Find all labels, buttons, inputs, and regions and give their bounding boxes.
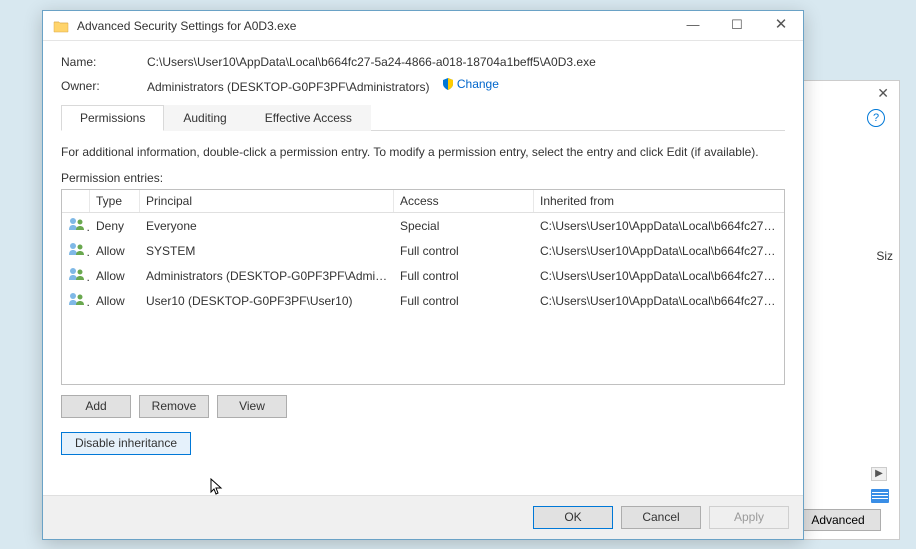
tab-auditing[interactable]: Auditing bbox=[164, 105, 245, 131]
change-link-text: Change bbox=[457, 77, 499, 91]
cell-principal: SYSTEM bbox=[140, 242, 394, 260]
bg-scroll-right-icon[interactable]: ▶ bbox=[871, 467, 887, 481]
users-icon bbox=[68, 267, 86, 281]
cancel-button[interactable]: Cancel bbox=[621, 506, 701, 529]
shield-icon bbox=[441, 77, 455, 91]
cell-type: Allow bbox=[90, 292, 140, 310]
owner-text: Administrators (DESKTOP-G0PF3PF\Administ… bbox=[147, 80, 430, 94]
owner-label: Owner: bbox=[61, 79, 147, 93]
cell-principal: Administrators (DESKTOP-G0PF3PF\Admini..… bbox=[140, 267, 394, 285]
minimize-button[interactable]: — bbox=[671, 12, 715, 40]
titlebar: Advanced Security Settings for A0D3.exe … bbox=[43, 11, 803, 41]
users-icon bbox=[68, 292, 86, 306]
window-title: Advanced Security Settings for A0D3.exe bbox=[77, 19, 671, 33]
cell-principal: User10 (DESKTOP-G0PF3PF\User10) bbox=[140, 292, 394, 310]
cell-principal: Everyone bbox=[140, 217, 394, 235]
change-owner-link[interactable]: Change bbox=[441, 77, 499, 91]
table-row[interactable]: AllowAdministrators (DESKTOP-G0PF3PF\Adm… bbox=[62, 263, 784, 288]
cell-inherited: C:\Users\User10\AppData\Local\b664fc27-5… bbox=[534, 217, 784, 235]
col-inherited[interactable]: Inherited from bbox=[534, 190, 784, 212]
permission-table: Type Principal Access Inherited from Den… bbox=[61, 189, 785, 385]
col-type[interactable]: Type bbox=[90, 190, 140, 212]
cell-inherited: C:\Users\User10\AppData\Local\b664fc27-5… bbox=[534, 292, 784, 310]
bg-close-icon[interactable]: ✕ bbox=[877, 85, 889, 102]
cell-inherited: C:\Users\User10\AppData\Local\b664fc27-5… bbox=[534, 267, 784, 285]
advanced-security-dialog: Advanced Security Settings for A0D3.exe … bbox=[42, 10, 804, 540]
cell-access: Full control bbox=[394, 242, 534, 260]
remove-button[interactable]: Remove bbox=[139, 395, 209, 418]
disable-inheritance-button[interactable]: Disable inheritance bbox=[61, 432, 191, 455]
bg-help-icon[interactable]: ? bbox=[867, 109, 885, 127]
tabs: Permissions Auditing Effective Access bbox=[61, 104, 785, 131]
col-access[interactable]: Access bbox=[394, 190, 534, 212]
name-value: C:\Users\User10\AppData\Local\b664fc27-5… bbox=[147, 55, 785, 69]
cell-type: Allow bbox=[90, 267, 140, 285]
table-row[interactable]: AllowUser10 (DESKTOP-G0PF3PF\User10)Full… bbox=[62, 288, 784, 313]
entries-label: Permission entries: bbox=[61, 171, 785, 185]
cell-type: Deny bbox=[90, 217, 140, 235]
col-icon[interactable] bbox=[62, 190, 90, 212]
table-row[interactable]: DenyEveryoneSpecialC:\Users\User10\AppDa… bbox=[62, 213, 784, 238]
ok-button[interactable]: OK bbox=[533, 506, 613, 529]
action-button-row: Add Remove View bbox=[61, 395, 785, 418]
cell-access: Full control bbox=[394, 292, 534, 310]
info-text: For additional information, double-click… bbox=[61, 145, 785, 159]
cell-type: Allow bbox=[90, 242, 140, 260]
folder-icon bbox=[53, 19, 69, 33]
dialog-footer: OK Cancel Apply bbox=[43, 495, 803, 539]
owner-value: Administrators (DESKTOP-G0PF3PF\Administ… bbox=[147, 77, 785, 94]
owner-row: Owner: Administrators (DESKTOP-G0PF3PF\A… bbox=[61, 77, 785, 94]
maximize-button[interactable]: ☐ bbox=[715, 12, 759, 40]
col-principal[interactable]: Principal bbox=[140, 190, 394, 212]
view-button[interactable]: View bbox=[217, 395, 287, 418]
users-icon bbox=[68, 217, 86, 231]
bg-advanced-button[interactable]: Advanced bbox=[795, 509, 881, 531]
tab-permissions[interactable]: Permissions bbox=[61, 105, 164, 131]
cell-access: Special bbox=[394, 217, 534, 235]
users-icon bbox=[68, 242, 86, 256]
close-button[interactable]: ✕ bbox=[759, 12, 803, 40]
table-header: Type Principal Access Inherited from bbox=[62, 190, 784, 213]
tab-effective-access[interactable]: Effective Access bbox=[246, 105, 371, 131]
name-label: Name: bbox=[61, 55, 147, 69]
cell-inherited: C:\Users\User10\AppData\Local\b664fc27-5… bbox=[534, 242, 784, 260]
name-row: Name: C:\Users\User10\AppData\Local\b664… bbox=[61, 55, 785, 69]
add-button[interactable]: Add bbox=[61, 395, 131, 418]
bg-size-column-fragment: Siz bbox=[876, 249, 893, 263]
bg-table-icon bbox=[871, 489, 889, 503]
table-row[interactable]: AllowSYSTEMFull controlC:\Users\User10\A… bbox=[62, 238, 784, 263]
cell-access: Full control bbox=[394, 267, 534, 285]
apply-button[interactable]: Apply bbox=[709, 506, 789, 529]
